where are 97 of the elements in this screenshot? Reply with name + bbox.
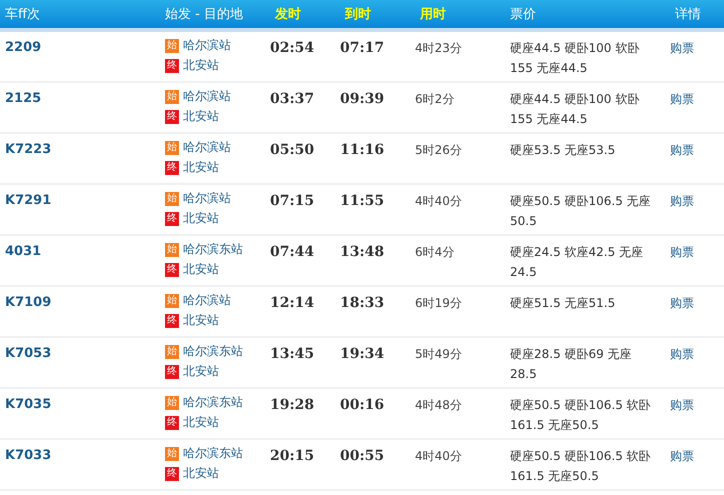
start-badge: 始: [165, 38, 179, 52]
ticket-prices: 硬座28.5 硬卧69 无座28.5: [509, 346, 633, 383]
column-header: 车ff次: [4, 6, 41, 23]
duration: 6时4分: [415, 244, 456, 261]
arrival-time: 13:48: [340, 243, 386, 260]
column-header: 票价: [509, 6, 537, 23]
duration: 6时19分: [415, 295, 463, 312]
start-badge: 始: [165, 344, 179, 358]
duration: 5时26分: [415, 142, 463, 159]
end-badge: 终: [165, 212, 179, 226]
train-number: K7035: [4, 396, 52, 412]
origin-station: 哈尔滨东站: [183, 344, 243, 359]
arrival-time: 00:16: [340, 396, 386, 413]
end-badge: 终: [165, 160, 179, 174]
departure-time: 05:50: [270, 141, 316, 158]
buy-ticket-link[interactable]: 购票: [670, 89, 724, 108]
start-badge: 始: [165, 294, 179, 308]
end-badge: 终: [165, 364, 179, 378]
origin-station: 哈尔滨站: [183, 89, 231, 104]
duration: 4时40分: [415, 193, 463, 210]
departure-time: 03:37: [270, 90, 316, 107]
train-number: 2209: [4, 39, 42, 55]
end-badge: 终: [165, 262, 179, 276]
destination-station: 北安站: [183, 58, 220, 73]
buy-ticket-link[interactable]: 购票: [670, 191, 724, 210]
departure-time: 12:14: [270, 294, 316, 311]
arrival-time: 11:55: [340, 192, 386, 209]
column-header: 用时: [418, 6, 447, 23]
buy-ticket-link[interactable]: 购票: [670, 446, 724, 465]
arrival-time: 19:34: [340, 345, 386, 362]
train-number: K7223: [4, 141, 52, 157]
buy-ticket-link[interactable]: 购票: [670, 140, 724, 159]
departure-time: 13:45: [270, 345, 316, 362]
column-header: 到时: [344, 6, 372, 23]
arrival-time: 00:55: [340, 447, 386, 464]
start-badge: 始: [165, 446, 179, 460]
start-badge: 始: [165, 90, 179, 104]
destination-station: 北安站: [183, 313, 220, 328]
column-header: 始发 - 目的地: [164, 6, 244, 23]
train-number: K7033: [4, 447, 52, 463]
ticket-prices: 硬座44.5 硬卧100 软卧155 无座44.5: [509, 91, 640, 128]
duration: 5时49分: [415, 346, 463, 363]
arrival-time: 18:33: [340, 294, 386, 311]
departure-time: 07:44: [270, 243, 316, 260]
end-badge: 终: [165, 110, 179, 124]
train-number: 4031: [4, 243, 42, 259]
arrival-time: 09:39: [340, 90, 386, 107]
departure-time: 19:28: [270, 396, 316, 413]
destination-station: 北安站: [183, 364, 220, 379]
start-badge: 始: [165, 396, 179, 410]
end-badge: 终: [165, 466, 179, 480]
origin-station: 哈尔滨东站: [183, 242, 243, 257]
ticket-prices: 硬座44.5 硬卧100 软卧155 无座44.5: [509, 40, 640, 77]
duration: 4时48分: [415, 397, 463, 414]
start-badge: 始: [165, 242, 179, 256]
duration: 4时23分: [415, 40, 463, 57]
origin-station: 哈尔滨站: [183, 293, 231, 308]
arrival-time: 11:16: [340, 141, 386, 158]
end-badge: 终: [165, 314, 179, 328]
destination-station: 北安站: [183, 211, 220, 226]
duration: 6时2分: [415, 91, 456, 108]
origin-station: 哈尔滨东站: [183, 446, 243, 461]
origin-station: 哈尔滨站: [183, 38, 231, 53]
buy-ticket-link[interactable]: 购票: [670, 395, 724, 414]
end-badge: 终: [165, 416, 179, 430]
buy-ticket-link[interactable]: 购票: [670, 242, 724, 261]
train-number: 2125: [4, 90, 42, 106]
origin-station: 哈尔滨东站: [183, 395, 243, 410]
destination-station: 北安站: [183, 109, 220, 124]
destination-station: 北安站: [183, 262, 220, 277]
departure-time: 02:54: [270, 39, 316, 56]
destination-station: 北安站: [183, 415, 220, 430]
departure-time: 07:15: [270, 192, 316, 209]
arrival-time: 07:17: [340, 39, 386, 56]
start-badge: 始: [165, 192, 179, 206]
column-header: 发时: [274, 6, 302, 23]
buy-ticket-link[interactable]: 购票: [670, 38, 724, 57]
ticket-prices: 硬座50.5 硬卧106.5 软卧161.5 无座50.5: [509, 448, 652, 485]
ticket-prices: 硬座24.5 软座42.5 无座24.5: [509, 244, 644, 281]
destination-station: 北安站: [183, 466, 220, 481]
origin-station: 哈尔滨站: [183, 191, 231, 206]
ticket-prices: 硬座50.5 硬卧106.5 软卧161.5 无座50.5: [509, 397, 652, 434]
train-number: K7109: [4, 294, 52, 310]
ticket-prices: 硬座53.5 无座53.5: [509, 142, 616, 159]
destination-station: 北安站: [183, 160, 220, 175]
ticket-prices: 硬座50.5 硬卧106.5 无座50.5: [509, 193, 652, 230]
buy-ticket-link[interactable]: 购票: [670, 293, 724, 312]
column-header: 详情: [674, 6, 702, 23]
ticket-prices: 硬座51.5 无座51.5: [509, 295, 616, 312]
end-badge: 终: [165, 58, 179, 72]
buy-ticket-link[interactable]: 购票: [670, 344, 724, 363]
train-number: K7053: [4, 345, 52, 361]
departure-time: 20:15: [270, 447, 316, 464]
duration: 4时40分: [415, 448, 463, 465]
train-number: K7291: [4, 192, 52, 208]
start-badge: 始: [165, 140, 179, 154]
origin-station: 哈尔滨站: [183, 140, 231, 155]
